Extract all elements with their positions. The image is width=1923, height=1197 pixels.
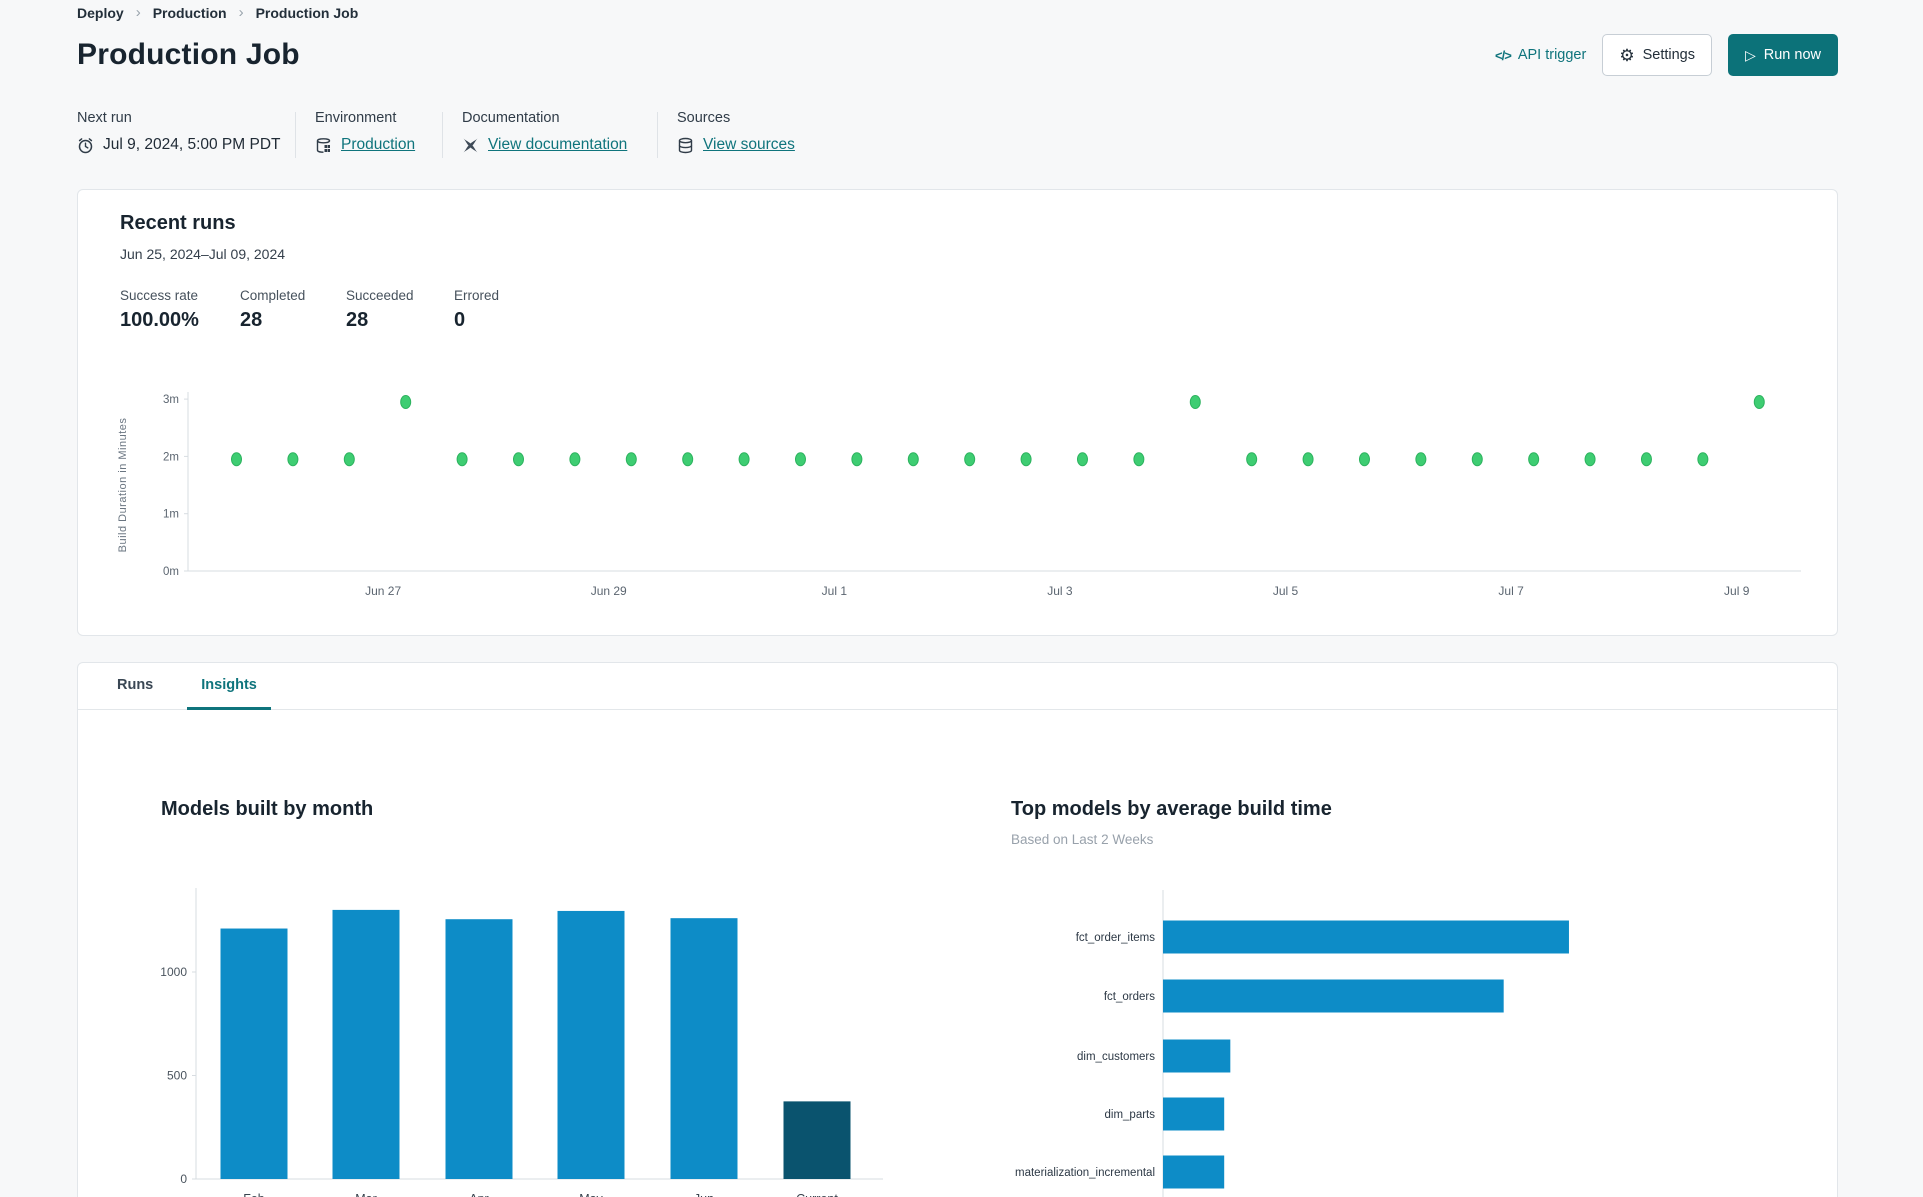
sources-label: Sources xyxy=(677,110,731,126)
divider xyxy=(442,112,443,158)
next-run-label: Next run xyxy=(77,110,132,126)
stat-completed: Completed 28 xyxy=(240,288,306,331)
job-meta-row: Next run Jul 9, 2024, 5:00 PM PDT Enviro… xyxy=(77,110,1838,160)
models-by-month-chart: 0 500 1000 Feb Mar Apr May Jun Current xyxy=(138,870,978,1197)
header-actions: </> API trigger ⚙ Settings ▷ Run now xyxy=(1495,34,1838,76)
top-models-chart: 0m10s20s30s40sfct_order_itemsfct_ordersd… xyxy=(898,870,1798,1197)
tab-runs[interactable]: Runs xyxy=(103,663,167,710)
svg-text:Jul 9: Jul 9 xyxy=(1724,584,1750,598)
svg-text:Jul 5: Jul 5 xyxy=(1273,584,1299,598)
breadcrumb-deploy[interactable]: Deploy xyxy=(77,5,124,21)
svg-text:0: 0 xyxy=(180,1172,187,1186)
svg-text:0m: 0m xyxy=(163,566,179,578)
recent-runs-card: Recent runs Jun 25, 2024–Jul 09, 2024 Su… xyxy=(77,189,1838,636)
gear-icon: ⚙ xyxy=(1619,45,1635,65)
svg-text:2m: 2m xyxy=(163,451,179,463)
recent-runs-title: Recent runs xyxy=(120,212,236,234)
tab-bar: Runs Insights xyxy=(78,663,1837,710)
settings-label: Settings xyxy=(1642,47,1695,63)
environment-label: Environment xyxy=(315,110,397,126)
stat-succeeded: Succeeded 28 xyxy=(346,288,414,331)
svg-text:Build Duration in Minutes: Build Duration in Minutes xyxy=(117,418,129,553)
svg-text:fct_order_items: fct_order_items xyxy=(1076,932,1156,944)
breadcrumb: Deploy › Production › Production Job xyxy=(77,4,358,21)
page-header: Production Job </> API trigger ⚙ Setting… xyxy=(77,34,1838,76)
page-title: Production Job xyxy=(77,38,300,71)
documentation-label: Documentation xyxy=(462,110,560,126)
svg-text:Jul 7: Jul 7 xyxy=(1498,584,1524,598)
job-detail-card: Runs Insights Models built by month 0 500… xyxy=(77,662,1838,1197)
breadcrumb-production[interactable]: Production xyxy=(153,5,227,21)
chevron-right-icon: › xyxy=(238,4,244,21)
api-trigger-label: API trigger xyxy=(1517,47,1587,63)
api-trigger-link[interactable]: </> API trigger xyxy=(1495,47,1586,63)
svg-text:May: May xyxy=(579,1192,603,1197)
meta-sources: Sources View sources xyxy=(677,110,795,154)
svg-text:1000: 1000 xyxy=(160,965,187,979)
svg-text:materialization_incremental: materialization_incremental xyxy=(1015,1167,1155,1179)
svg-text:Mar: Mar xyxy=(355,1192,377,1197)
run-now-label: Run now xyxy=(1763,47,1821,63)
svg-text:Feb: Feb xyxy=(243,1192,265,1197)
divider xyxy=(657,112,658,158)
play-icon: ▷ xyxy=(1744,47,1756,63)
database-icon xyxy=(677,137,694,154)
svg-text:dim_customers: dim_customers xyxy=(1077,1051,1155,1063)
svg-text:500: 500 xyxy=(167,1069,187,1083)
meta-documentation: Documentation View documentation xyxy=(462,110,627,154)
chevron-right-icon: › xyxy=(135,4,141,21)
environment-link[interactable]: Production xyxy=(341,136,415,154)
view-documentation-link[interactable]: View documentation xyxy=(488,136,627,154)
tab-insights[interactable]: Insights xyxy=(187,663,271,710)
insights-panel: Models built by month 0 500 1000 Feb Mar Apr M… xyxy=(78,710,1837,1197)
view-sources-link[interactable]: View sources xyxy=(703,136,795,154)
environment-icon xyxy=(315,137,332,154)
svg-text:Current: Current xyxy=(796,1192,838,1197)
svg-text:Jul 3: Jul 3 xyxy=(1047,584,1073,598)
svg-text:Jun: Jun xyxy=(694,1192,714,1197)
next-run-value: Jul 9, 2024, 5:00 PM PDT xyxy=(103,136,281,153)
stat-errored: Errored 0 xyxy=(454,288,500,331)
meta-environment: Environment Production xyxy=(315,110,415,154)
divider xyxy=(295,112,296,158)
clock-icon xyxy=(77,137,94,154)
svg-text:1m: 1m xyxy=(163,509,179,521)
svg-text:dim_parts: dim_parts xyxy=(1105,1109,1156,1121)
settings-button[interactable]: ⚙ Settings xyxy=(1602,34,1712,76)
svg-text:Jul 1: Jul 1 xyxy=(822,584,848,598)
meta-next-run: Next run Jul 9, 2024, 5:00 PM PDT xyxy=(77,110,280,154)
run-now-button[interactable]: ▷ Run now xyxy=(1727,34,1838,76)
models-by-month-title: Models built by month xyxy=(161,798,374,820)
code-icon: </> xyxy=(1495,47,1512,63)
svg-text:3m: 3m xyxy=(163,394,179,406)
top-models-subtitle: Based on Last 2 Weeks xyxy=(1011,832,1154,847)
svg-text:fct_orders: fct_orders xyxy=(1104,991,1155,1003)
svg-text:Jun 27: Jun 27 xyxy=(365,584,401,598)
dbt-icon xyxy=(462,137,479,154)
svg-text:Apr: Apr xyxy=(469,1192,488,1197)
svg-text:Jun 29: Jun 29 xyxy=(591,584,627,598)
build-duration-scatter-chart: 0m 1m 2m 3m Jun 27 Jun 29 Jul 1 Jul 3 Jul 5 Jul 7… xyxy=(98,340,1828,615)
recent-runs-date-range: Jun 25, 2024–Jul 09, 2024 xyxy=(120,246,286,262)
top-models-title: Top models by average build time xyxy=(1011,798,1332,820)
stat-success-rate: Success rate 100.00% xyxy=(120,288,199,331)
breadcrumb-production-job: Production Job xyxy=(255,4,359,21)
